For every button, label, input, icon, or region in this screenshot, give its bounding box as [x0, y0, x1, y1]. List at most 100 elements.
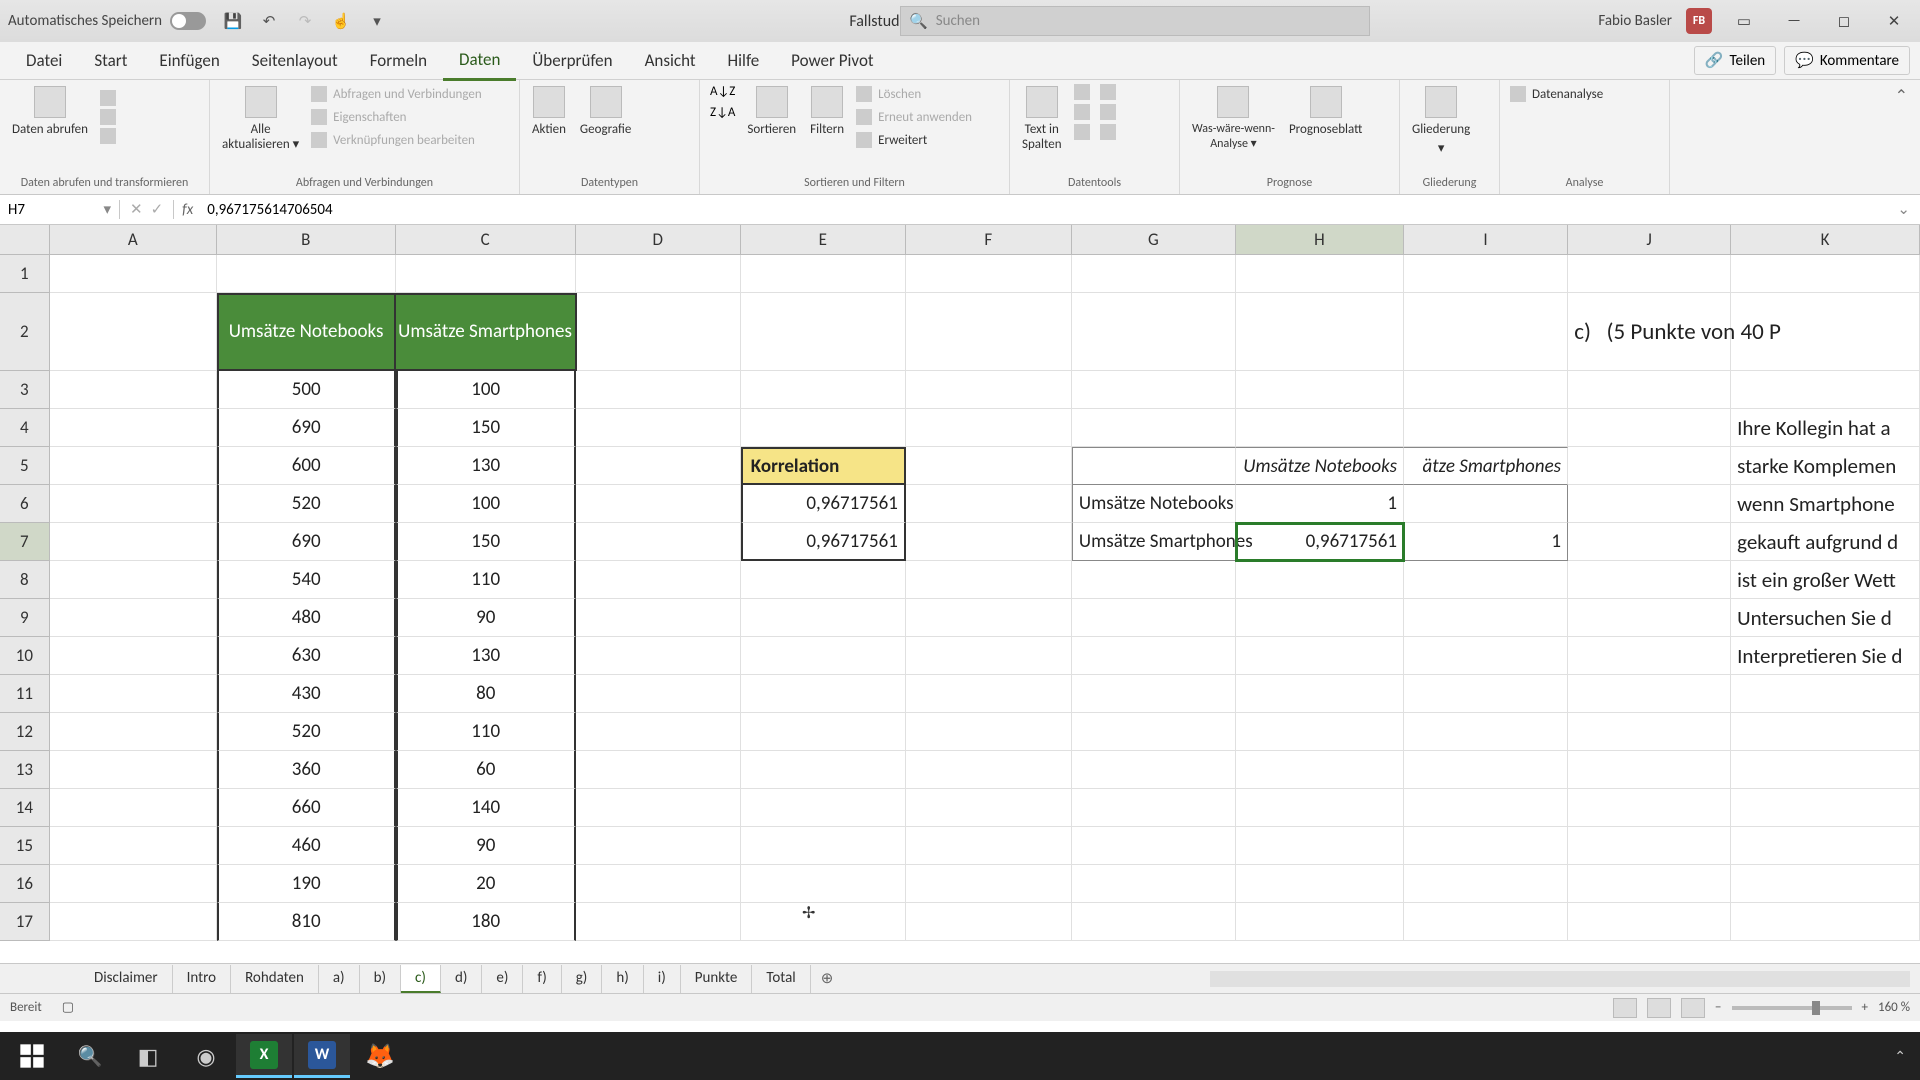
sheet-tab-e)[interactable]: e): [482, 965, 523, 993]
col-header-J[interactable]: J: [1568, 225, 1731, 255]
cell[interactable]: [906, 675, 1072, 713]
side-text[interactable]: wenn Smartphone: [1731, 485, 1920, 523]
cell[interactable]: [1568, 255, 1731, 293]
geography-button[interactable]: Geografie: [578, 84, 633, 139]
cell[interactable]: [1404, 675, 1568, 713]
data-cell[interactable]: 100: [396, 371, 576, 409]
row-header-8[interactable]: 8: [0, 561, 50, 599]
cell[interactable]: [1568, 675, 1731, 713]
side-text[interactable]: c) (5 Punkte von 40 P: [1568, 293, 1731, 371]
cell[interactable]: [1404, 903, 1568, 941]
excel-taskbar-icon[interactable]: X: [236, 1034, 292, 1078]
cell[interactable]: [576, 865, 741, 903]
cell[interactable]: [906, 409, 1072, 447]
cell[interactable]: [1072, 599, 1236, 637]
cell[interactable]: [1404, 409, 1568, 447]
sheet-tab-Disclaimer[interactable]: Disclaimer: [80, 965, 173, 993]
tab-formeln[interactable]: Formeln: [354, 42, 443, 79]
cell[interactable]: [1236, 409, 1404, 447]
cell[interactable]: [576, 789, 741, 827]
touch-mode-icon[interactable]: ☝: [330, 10, 352, 32]
cell[interactable]: [1072, 903, 1236, 941]
cell[interactable]: [1072, 409, 1236, 447]
col-header-C[interactable]: C: [396, 225, 576, 255]
cell[interactable]: [1568, 409, 1731, 447]
tab-ueberpruefen[interactable]: Überprüfen: [516, 42, 628, 79]
tab-einfuegen[interactable]: Einfügen: [143, 42, 235, 79]
cell[interactable]: [577, 293, 742, 371]
cell[interactable]: [50, 447, 217, 485]
data-cell[interactable]: 810: [217, 903, 396, 941]
data-cell[interactable]: 130: [396, 637, 576, 675]
cell[interactable]: [50, 409, 217, 447]
from-text-icon[interactable]: [100, 90, 116, 106]
data-cell[interactable]: 80: [396, 675, 576, 713]
cell[interactable]: [906, 713, 1072, 751]
cell[interactable]: [1236, 255, 1404, 293]
fx-icon[interactable]: fx: [174, 201, 201, 219]
qat-dropdown-icon[interactable]: ▾: [366, 10, 388, 32]
data-cell[interactable]: 500: [217, 371, 396, 409]
col-header-H[interactable]: H: [1236, 225, 1404, 255]
cell[interactable]: [906, 789, 1072, 827]
data-validation-icon[interactable]: [1074, 124, 1090, 140]
cell[interactable]: [50, 637, 217, 675]
tab-datei[interactable]: Datei: [10, 42, 78, 79]
cell[interactable]: [576, 255, 741, 293]
col-header-I[interactable]: I: [1404, 225, 1568, 255]
korrelation-header[interactable]: Korrelation: [741, 447, 906, 485]
undo-icon[interactable]: ↶: [258, 10, 280, 32]
cell[interactable]: [50, 561, 217, 599]
filter-button[interactable]: Filtern: [808, 84, 846, 139]
sheet-tab-f)[interactable]: f): [523, 965, 561, 993]
cell[interactable]: [1731, 789, 1920, 827]
cell[interactable]: [576, 409, 741, 447]
cell[interactable]: [1404, 789, 1568, 827]
cell[interactable]: [1236, 751, 1404, 789]
obs-icon[interactable]: ◉: [178, 1034, 234, 1078]
data-cell[interactable]: 600: [217, 447, 396, 485]
cell[interactable]: [396, 255, 576, 293]
consolidate-icon[interactable]: [1100, 84, 1116, 100]
comments-button[interactable]: 💬Kommentare: [1784, 46, 1910, 75]
cell[interactable]: [50, 713, 217, 751]
matrix-cell[interactable]: 1: [1404, 523, 1568, 561]
cell[interactable]: [1072, 371, 1236, 409]
cell[interactable]: [906, 485, 1072, 523]
cell[interactable]: [50, 255, 217, 293]
cell[interactable]: [1568, 485, 1731, 523]
data-cell[interactable]: 140: [396, 789, 576, 827]
collapse-ribbon-icon[interactable]: ⌃: [1883, 80, 1920, 194]
cell[interactable]: [1072, 675, 1236, 713]
add-sheet-button[interactable]: ⊕: [811, 965, 844, 992]
search-box[interactable]: 🔍 Suchen: [900, 6, 1370, 36]
cell[interactable]: [1236, 637, 1404, 675]
cell[interactable]: [1072, 255, 1236, 293]
sheet-tab-b)[interactable]: b): [360, 965, 401, 993]
data-cell[interactable]: 630: [217, 637, 396, 675]
data-cell[interactable]: 190: [217, 865, 396, 903]
side-text[interactable]: Interpretieren Sie d: [1731, 637, 1920, 675]
cell[interactable]: [906, 827, 1072, 865]
cell[interactable]: [1404, 599, 1568, 637]
share-button[interactable]: 🔗Teilen: [1694, 46, 1776, 75]
row-header-10[interactable]: 10: [0, 637, 50, 675]
cell[interactable]: [50, 865, 217, 903]
cell[interactable]: [1568, 561, 1731, 599]
sheet-tab-c)[interactable]: c): [401, 965, 441, 993]
cell[interactable]: [1404, 827, 1568, 865]
data-cell[interactable]: 690: [217, 523, 396, 561]
data-cell[interactable]: 690: [217, 409, 396, 447]
data-cell[interactable]: 20: [396, 865, 576, 903]
cell[interactable]: [576, 485, 741, 523]
side-text[interactable]: Untersuchen Sie d: [1731, 599, 1920, 637]
data-analysis-button[interactable]: Datenanalyse: [1510, 84, 1603, 104]
cell[interactable]: [1568, 827, 1731, 865]
cell[interactable]: [576, 561, 741, 599]
cell[interactable]: [576, 903, 741, 941]
cell[interactable]: [741, 675, 906, 713]
sheet-tab-Rohdaten[interactable]: Rohdaten: [231, 965, 319, 993]
expand-formula-icon[interactable]: ⌄: [1887, 200, 1920, 219]
row-header-2[interactable]: 2: [0, 293, 50, 371]
row-header-13[interactable]: 13: [0, 751, 50, 789]
